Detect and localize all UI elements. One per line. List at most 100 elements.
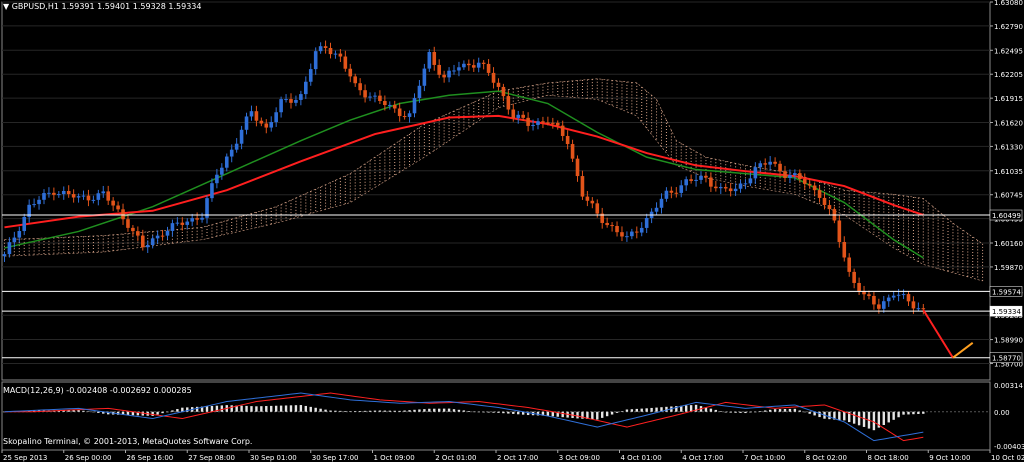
- macd-histogram-bar: [363, 410, 367, 412]
- macd-histogram-bar: [912, 411, 915, 415]
- price-tick-label: 1.63080: [994, 0, 1023, 7]
- macd-histogram-bar: [294, 405, 298, 412]
- macd-histogram-bar: [808, 411, 811, 414]
- macd-histogram-bar: [768, 409, 772, 412]
- candle-body: [788, 175, 792, 178]
- candle: [462, 60, 466, 70]
- candle-body: [358, 83, 362, 91]
- candle-body: [383, 101, 387, 106]
- candle: [387, 101, 392, 110]
- candle-body: [867, 294, 871, 296]
- candle: [249, 105, 254, 121]
- candle: [664, 187, 669, 202]
- candle: [447, 67, 451, 83]
- candle-body: [259, 120, 264, 124]
- candle-body: [348, 68, 353, 77]
- candle-body: [407, 113, 412, 117]
- candle-body: [916, 308, 921, 310]
- candle-body: [516, 114, 521, 118]
- candle: [590, 197, 595, 209]
- candle: [723, 183, 728, 192]
- candle: [155, 230, 160, 244]
- macd-histogram-bar: [497, 411, 500, 413]
- candle-body: [17, 231, 22, 238]
- macd-histogram-bar: [640, 408, 643, 412]
- macd-histogram-bar: [433, 408, 436, 412]
- time-tick-label: 4 Oct 01:00: [621, 454, 662, 462]
- candle: [66, 185, 71, 198]
- candle: [452, 64, 456, 75]
- candle-body: [175, 222, 180, 224]
- macd-histogram-bar: [551, 411, 555, 417]
- macd-histogram-bar: [793, 408, 797, 412]
- candle: [353, 73, 358, 87]
- candle-body: [437, 64, 441, 75]
- candle: [536, 118, 540, 130]
- cloud-bottom-edge: [4, 94, 983, 282]
- candle: [763, 158, 768, 170]
- down-arrow: [922, 309, 954, 359]
- ohlc-readout: 1.59391 1.59401 1.59328 1.59334: [61, 2, 202, 11]
- macd-histogram-bar: [754, 411, 757, 413]
- candle-body: [877, 304, 881, 309]
- candle: [872, 292, 876, 310]
- candle: [842, 236, 847, 262]
- macd-histogram-bar: [373, 410, 377, 412]
- candle-body: [709, 177, 713, 187]
- candle-body: [392, 104, 397, 109]
- macd-histogram-bar: [304, 405, 308, 412]
- macd-histogram-bar: [472, 411, 475, 413]
- candle: [200, 212, 204, 223]
- candle-body: [689, 179, 693, 181]
- macd-histogram-bar: [279, 405, 283, 412]
- candle: [827, 200, 832, 215]
- candle: [289, 93, 293, 109]
- candle-body: [565, 135, 570, 145]
- candle-body: [462, 63, 466, 68]
- macd-histogram-bar: [596, 411, 599, 420]
- price-tick-label: 1.61330: [994, 143, 1023, 151]
- candle-body: [353, 76, 358, 84]
- level-2-label: 1.59574: [992, 288, 1021, 296]
- candle: [358, 78, 362, 96]
- candle-body: [66, 190, 71, 195]
- candle: [684, 176, 688, 191]
- candle-body: [61, 190, 66, 195]
- candle: [605, 217, 609, 228]
- candle-body: [891, 295, 896, 298]
- macd-histogram-bar: [240, 405, 243, 412]
- candle: [743, 179, 748, 190]
- candle: [57, 191, 61, 198]
- macd-histogram-bar: [205, 406, 209, 412]
- macd-histogram-bar: [398, 410, 401, 412]
- macd-histogram-bar: [289, 405, 293, 412]
- ichimoku-cloud: [3, 78, 984, 282]
- candle-body: [150, 238, 155, 246]
- macd-histogram-bar: [339, 410, 342, 412]
- candle: [526, 112, 530, 132]
- macd-histogram-bar: [882, 411, 885, 426]
- macd-histogram-bar: [437, 408, 441, 412]
- candle-body: [442, 74, 446, 78]
- candle-body: [630, 231, 634, 237]
- macd-histogram-bar: [462, 410, 466, 412]
- candle: [857, 277, 861, 295]
- macd-histogram-bar: [778, 409, 782, 412]
- candle-body: [783, 171, 787, 178]
- candle: [812, 182, 817, 196]
- macd-histogram-bar: [388, 410, 391, 412]
- main-panel-frame: [1, 1, 991, 381]
- macd-histogram-bar: [171, 410, 174, 412]
- candle-body: [881, 301, 886, 309]
- candle: [397, 102, 402, 122]
- macd-histogram-bar: [309, 406, 312, 412]
- candle: [481, 60, 486, 70]
- macd-histogram-bar: [230, 405, 233, 412]
- candle: [516, 110, 521, 124]
- candle: [862, 285, 866, 301]
- time-tick-label: 26 Sep 16:00: [127, 454, 174, 462]
- macd-histogram-bar: [477, 411, 480, 413]
- candle: [160, 229, 165, 241]
- macd-histogram-bar: [393, 410, 396, 412]
- candle-body: [447, 70, 451, 78]
